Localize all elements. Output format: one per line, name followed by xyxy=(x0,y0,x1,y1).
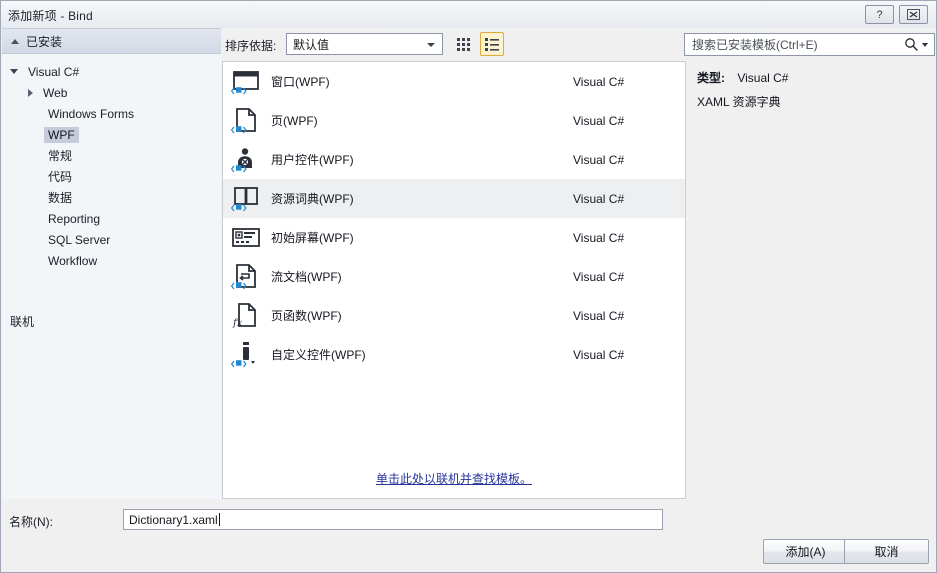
detail-type-label: 类型: xyxy=(697,71,725,85)
list-view-icon xyxy=(485,38,499,51)
sidebar-item-label: WPF xyxy=(44,126,79,143)
sidebar-item-label: 联机 xyxy=(10,315,35,329)
name-input[interactable]: Dictionary1.xaml xyxy=(123,509,663,530)
sidebar-item-workflow[interactable]: Workflow xyxy=(2,250,221,271)
sidebar-item-[interactable]: 代码 xyxy=(2,166,221,187)
template-name: 页函数(WPF) xyxy=(271,309,342,323)
flow-document-template-icon xyxy=(229,260,263,294)
close-button[interactable] xyxy=(899,5,928,24)
sort-by-label: 排序依据: xyxy=(225,39,277,53)
page-template-icon xyxy=(229,104,263,138)
template-list-item[interactable]: 自定义控件(WPF) Visual C# xyxy=(223,335,685,374)
category-tree: Visual C# Web Windows Forms WPF 常规代码数据 Report… xyxy=(2,61,221,271)
template-list-item[interactable]: 流文档(WPF) Visual C# xyxy=(223,257,685,296)
template-list-item[interactable]: 窗口(WPF) Visual C# xyxy=(223,62,685,101)
grid-view-icon xyxy=(457,38,470,51)
template-language: Visual C# xyxy=(573,152,625,167)
detail-type-value: Visual C# xyxy=(737,71,789,85)
name-input-value: Dictionary1.xaml xyxy=(129,512,218,527)
sidebar-item-label: Visual C# xyxy=(28,64,80,79)
sidebar-item-visual-c[interactable]: Visual C# xyxy=(2,61,221,82)
search-input[interactable]: 搜索已安装模板(Ctrl+E) xyxy=(684,33,935,56)
templates-toolbar: 排序依据: 默认值 搜索已安装模板(Ctrl+E) xyxy=(222,29,936,61)
detail-description: XAML 资源字典 xyxy=(697,95,781,109)
template-list-item[interactable]: 资源词典(WPF) Visual C# xyxy=(223,179,685,218)
template-list-item[interactable]: 页(WPF) Visual C# xyxy=(223,101,685,140)
template-name: 流文档(WPF) xyxy=(271,270,342,284)
template-list-item[interactable]: fx 页函数(WPF) Visual C# xyxy=(223,296,685,335)
template-language: Visual C# xyxy=(573,308,625,323)
sidebar-item-label: Web xyxy=(43,85,68,100)
sidebar-item-label: Workflow xyxy=(48,253,98,268)
triangle-down-icon xyxy=(10,69,18,74)
window-template-icon xyxy=(229,65,263,99)
sidebar-item-online[interactable]: 联机 xyxy=(2,311,221,332)
sidebar-item-reporting[interactable]: Reporting xyxy=(2,208,221,229)
text-cursor xyxy=(218,513,220,526)
template-language: Visual C# xyxy=(573,113,625,128)
close-icon xyxy=(907,9,920,20)
sidebar-item-sql-server[interactable]: SQL Server xyxy=(2,229,221,250)
help-button[interactable]: ? xyxy=(865,5,894,24)
chevron-down-icon xyxy=(922,42,928,47)
question-mark-icon: ? xyxy=(876,8,883,21)
sidebar-item-label: SQL Server xyxy=(48,232,111,247)
window-title: 添加新项 - Bind xyxy=(8,9,93,23)
template-details-panel: 类型: Visual C# XAML 资源字典 xyxy=(687,61,936,499)
triangle-down-icon xyxy=(11,38,19,44)
template-language: Visual C# xyxy=(573,269,625,284)
template-name: 初始屏幕(WPF) xyxy=(271,231,354,245)
resource-dictionary-template-icon xyxy=(229,182,263,216)
custom-control-template-icon xyxy=(229,338,263,372)
template-language: Visual C# xyxy=(573,74,625,89)
sort-by-dropdown[interactable]: 默认值 xyxy=(286,33,443,55)
search-icon xyxy=(905,38,918,51)
name-label: 名称(N): xyxy=(9,515,53,529)
template-language: Visual C# xyxy=(573,347,625,362)
sidebar-item-label: 常规 xyxy=(48,149,73,163)
sort-by-value: 默认值 xyxy=(293,37,330,52)
sidebar-item-wpf[interactable]: WPF xyxy=(2,124,221,145)
triangle-right-icon xyxy=(28,88,33,97)
installed-header-label: 已安装 xyxy=(26,34,63,49)
search-placeholder: 搜索已安装模板(Ctrl+E) xyxy=(692,38,818,52)
add-button[interactable]: 添加(A) xyxy=(763,539,848,564)
template-name: 窗口(WPF) xyxy=(271,75,330,89)
add-new-item-dialog: 添加新项 - Bind ? 已安装 Visual C# Web Windows Fo… xyxy=(0,0,937,573)
template-list-item[interactable]: 初始屏幕(WPF) Visual C# xyxy=(223,218,685,257)
user-control-template-icon xyxy=(229,143,263,177)
sidebar-item-label: 代码 xyxy=(48,170,73,184)
template-list-item[interactable]: 用户控件(WPF) Visual C# xyxy=(223,140,685,179)
sidebar-item-label: 数据 xyxy=(48,191,73,205)
template-list[interactable]: 窗口(WPF) Visual C# 页(WPF) Visual C# 用户控件(WPF)… xyxy=(222,61,686,499)
splash-screen-template-icon xyxy=(229,221,263,255)
template-name: 自定义控件(WPF) xyxy=(271,348,366,362)
template-name: 用户控件(WPF) xyxy=(271,153,354,167)
installed-templates-panel: 已安装 Visual C# Web Windows Forms WPF 常规代码数据 Re… xyxy=(2,28,221,499)
sidebar-item-web[interactable]: Web xyxy=(2,82,221,103)
sidebar-item-[interactable]: 常规 xyxy=(2,145,221,166)
template-name: 页(WPF) xyxy=(271,114,318,128)
sidebar-item-[interactable]: 数据 xyxy=(2,187,221,208)
find-online-templates-link[interactable]: 单击此处以联机并查找模板。 xyxy=(376,472,532,486)
installed-header[interactable]: 已安装 xyxy=(2,28,221,54)
sidebar-item-windows-forms[interactable]: Windows Forms xyxy=(2,103,221,124)
sidebar-item-label: Reporting xyxy=(48,211,101,226)
chevron-down-icon xyxy=(427,43,435,47)
template-name: 资源词典(WPF) xyxy=(271,192,354,206)
template-language: Visual C# xyxy=(573,191,625,206)
title-bar: 添加新项 - Bind ? xyxy=(1,1,936,28)
grid-view-button[interactable] xyxy=(452,32,476,56)
page-function-template-icon: fx xyxy=(229,299,263,333)
sidebar-item-label: Windows Forms xyxy=(48,106,135,121)
svg-text:fx: fx xyxy=(232,318,243,329)
template-language: Visual C# xyxy=(573,230,625,245)
list-view-button[interactable] xyxy=(480,32,504,56)
cancel-button[interactable]: 取消 xyxy=(844,539,929,564)
